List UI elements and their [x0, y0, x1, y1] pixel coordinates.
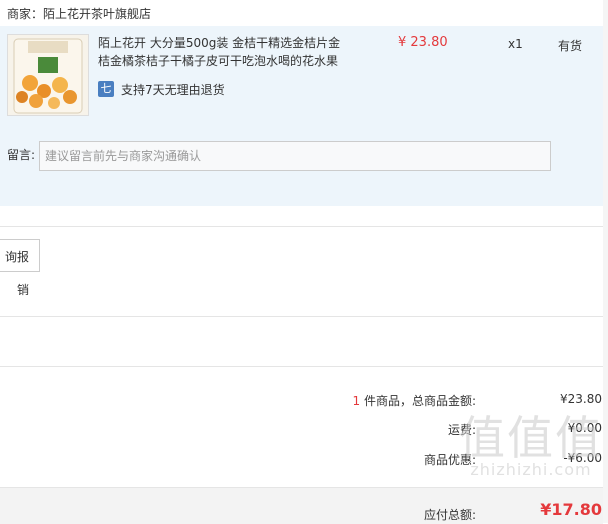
divider [0, 316, 603, 317]
shipping-value: ¥0.00 [567, 421, 602, 435]
product-title[interactable]: 陌上花开 大分量500g装 金桔干精选金桔片金桔金橘茶桔子干橘子皮可干吃泡水喝的… [98, 34, 348, 70]
divider [0, 226, 603, 227]
discount-value: -¥6.00 [563, 451, 602, 465]
item-count: 1 [352, 394, 361, 408]
goods-total-value: ¥23.80 [560, 392, 602, 406]
shipping-label: 运费: [447, 423, 476, 437]
product-thumbnail[interactable] [7, 34, 89, 116]
total-value: ¥17.80 [540, 500, 602, 519]
divider [0, 366, 603, 367]
return-badge-icon: 七 [98, 81, 114, 97]
product-price: ¥ 23.80 [398, 35, 448, 50]
discount-label: 商品优惠: [423, 453, 476, 467]
goods-total-label: 1 件商品，总商品金额: [353, 392, 477, 409]
total-label: 应付总额: [423, 508, 476, 522]
total-bar [0, 487, 603, 524]
product-quantity: x1 [508, 37, 523, 51]
stock-status: 有货 [558, 39, 583, 53]
message-input[interactable] [39, 141, 551, 171]
product-image [13, 38, 83, 114]
seller-name[interactable]: 商家：陌上花开茶叶旗舰店 [7, 5, 151, 22]
item-count-text: 件商品，总商品金额: [360, 394, 476, 408]
invoice-button[interactable]: 询报销 [0, 239, 40, 297]
scrollbar-track[interactable] [603, 0, 608, 523]
message-label: 留言: [7, 148, 36, 162]
return-policy-text[interactable]: 支持7天无理由退货 [121, 81, 225, 98]
